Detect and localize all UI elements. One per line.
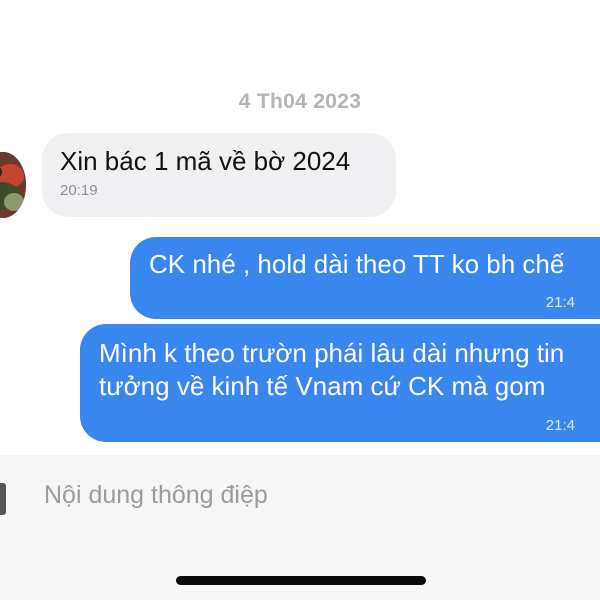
date-separator: 4 Th04 2023 — [238, 90, 362, 113]
avatar[interactable] — [0, 152, 26, 218]
message-input[interactable] — [44, 479, 564, 511]
message-timestamp: 21:4 — [545, 417, 575, 434]
outgoing-message-bubble[interactable]: Mình k theo trườn phái lâu dài nhưng tin… — [80, 324, 600, 442]
composer-handle[interactable] — [0, 483, 6, 515]
message-composer — [0, 455, 600, 600]
avatar-image — [0, 152, 26, 218]
message-timestamp: 21:4 — [545, 294, 575, 311]
message-timestamp: 20:19 — [60, 182, 98, 199]
message-text-line-2: tưởng về kinh tế Vnam cứ CK mà gom — [99, 371, 546, 401]
message-text-line-1: Mình k theo trườn phái lâu dài nhưng tin — [99, 338, 565, 368]
chat-screen: 4 Th04 2023 Xin bác 1 mã về bờ 2024 20:1… — [0, 0, 600, 600]
home-indicator[interactable] — [176, 576, 426, 585]
incoming-message-bubble[interactable]: Xin bác 1 mã về bờ 2024 20:19 — [42, 133, 396, 217]
message-text: CK nhé , hold dài theo TT ko bh chế — [149, 249, 565, 279]
outgoing-message-bubble[interactable]: CK nhé , hold dài theo TT ko bh chế 21:4 — [130, 237, 600, 319]
message-text: Xin bác 1 mã về bờ 2024 — [60, 146, 351, 176]
